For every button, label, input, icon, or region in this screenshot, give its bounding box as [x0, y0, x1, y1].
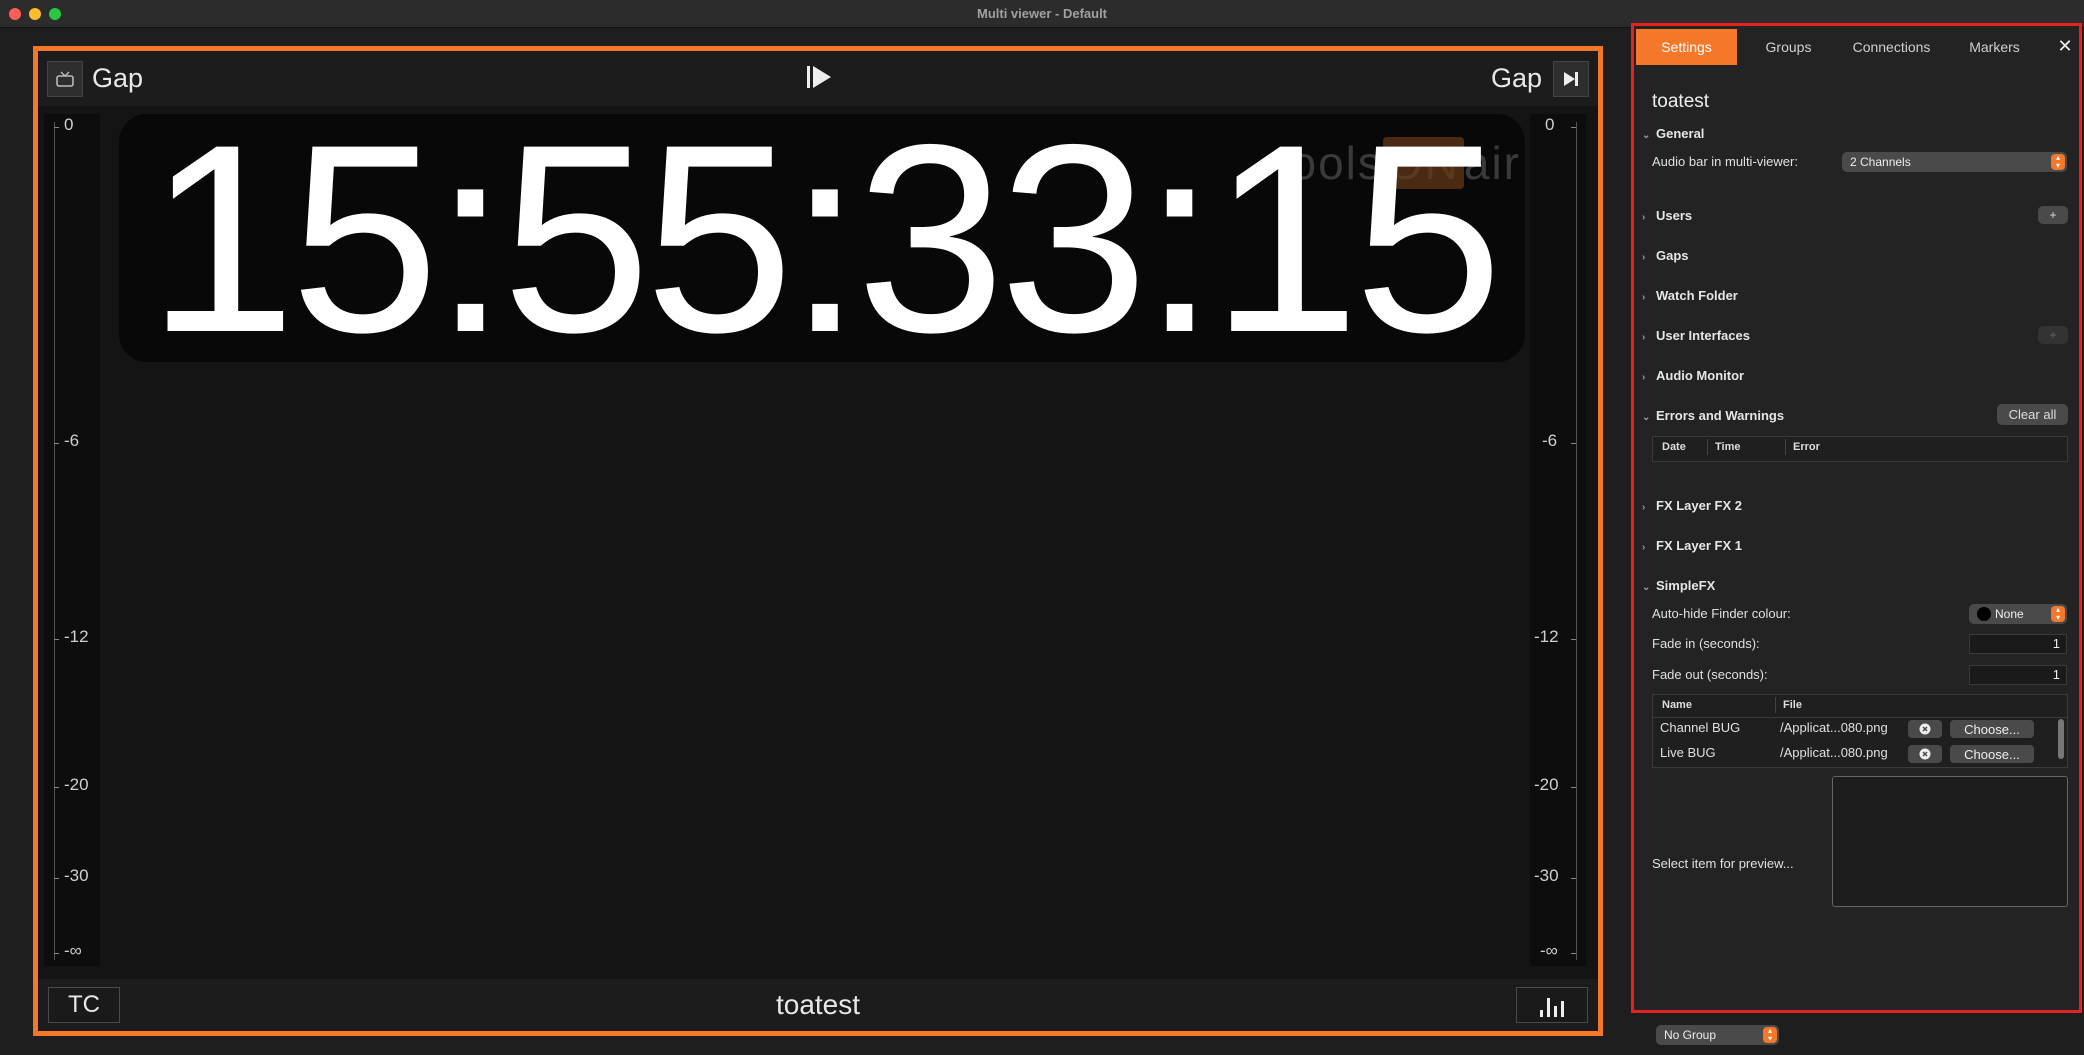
- meter-tick: -12: [64, 627, 89, 646]
- audio-bar-select[interactable]: 2 Channels ▴ ▾: [1842, 152, 2067, 172]
- chevron-right-icon: ›: [1642, 372, 1646, 383]
- tv-icon[interactable]: [47, 61, 83, 97]
- meter-tick: 0: [64, 115, 74, 134]
- panel-title: toatest: [1652, 91, 1710, 112]
- chevron-down-icon: ⌄: [1642, 130, 1651, 141]
- column-header-error[interactable]: Error: [1793, 441, 1820, 453]
- colour-swatch: [1977, 607, 1991, 621]
- autohide-colour-select[interactable]: None ▴ ▾: [1969, 604, 2067, 624]
- section-user-interfaces[interactable]: › User Interfaces: [1642, 328, 1750, 343]
- section-gaps[interactable]: › Gaps: [1642, 248, 1689, 263]
- audio-bars-icon[interactable]: [1516, 987, 1588, 1023]
- meter-tick: -12: [1534, 627, 1559, 646]
- column-header-date[interactable]: Date: [1662, 441, 1686, 453]
- chevron-right-icon: ›: [1642, 502, 1646, 513]
- section-audio-monitor[interactable]: › Audio Monitor: [1642, 368, 1744, 383]
- row-name: Live BUG: [1660, 745, 1716, 760]
- fade-in-input[interactable]: 1: [1969, 634, 2067, 654]
- fade-in-label: Fade in (seconds):: [1652, 636, 1760, 651]
- preview-hint: Select item for preview...: [1652, 856, 1794, 871]
- section-errors-warnings[interactable]: ⌄ Errors and Warnings: [1642, 408, 1784, 423]
- viewer-top-bar: Gap Gap: [38, 51, 1598, 106]
- add-user-button[interactable]: +: [2038, 206, 2068, 224]
- timecode-text: 15:55:33:15: [147, 114, 1503, 362]
- add-user-interface-button[interactable]: +: [2038, 326, 2068, 344]
- tab-settings[interactable]: Settings: [1636, 29, 1737, 65]
- meter-tick: -20: [1534, 775, 1559, 794]
- panel-tabs: Settings Groups Connections Markers: [1636, 29, 2077, 65]
- meter-tick: -∞: [64, 941, 82, 960]
- chevron-down-icon: ⌄: [1642, 412, 1651, 423]
- clear-all-button[interactable]: Clear all: [1997, 404, 2068, 425]
- choose-file-button[interactable]: Choose...: [1950, 745, 2034, 763]
- row-file: /Applicat...080.png: [1780, 745, 1888, 760]
- section-fx-layer-2[interactable]: › FX Layer FX 2: [1642, 498, 1742, 513]
- chevron-right-icon: ›: [1642, 542, 1646, 553]
- column-header-time[interactable]: Time: [1715, 441, 1740, 453]
- tab-markers[interactable]: Markers: [1943, 29, 2046, 65]
- section-watch-folder[interactable]: › Watch Folder: [1642, 288, 1738, 303]
- column-header-file[interactable]: File: [1783, 699, 1802, 711]
- multi-viewer-tile[interactable]: Gap Gap 0 -6 -12 -20 -30 -∞ toolsONair 1…: [33, 46, 1603, 1036]
- meter-tick: -30: [64, 866, 89, 885]
- section-users[interactable]: › Users: [1642, 208, 1692, 223]
- preview-box: [1832, 776, 2068, 907]
- close-icon[interactable]: ✕: [2055, 36, 2075, 57]
- chevron-right-icon: ›: [1642, 212, 1646, 223]
- chevron-down-icon: ⌄: [1642, 582, 1651, 593]
- section-general[interactable]: ⌄ General: [1642, 126, 1704, 141]
- errors-table: Date Time Error: [1652, 436, 2068, 462]
- viewer-bottom-bar: TC toatest: [38, 979, 1598, 1031]
- meter-tick: 0: [1545, 115, 1555, 134]
- row-name: Channel BUG: [1660, 720, 1741, 735]
- fade-out-input[interactable]: 1: [1969, 665, 2067, 685]
- table-scrollbar[interactable]: [2058, 719, 2064, 759]
- timecode-display: toolsONair 15:55:33:15: [119, 114, 1525, 362]
- section-simplefx[interactable]: ⌄ SimpleFX: [1642, 578, 1715, 593]
- tab-groups[interactable]: Groups: [1737, 29, 1840, 65]
- section-fx-layer-1[interactable]: › FX Layer FX 1: [1642, 538, 1742, 553]
- stepper-arrows-icon: ▴ ▾: [2051, 154, 2065, 170]
- chevron-right-icon: ›: [1642, 332, 1646, 343]
- group-select[interactable]: No Group ▴ ▾: [1656, 1025, 1779, 1045]
- channel-name: toatest: [775, 989, 861, 1020]
- chevron-right-icon: ›: [1642, 292, 1646, 303]
- row-file: /Applicat...080.png: [1780, 720, 1888, 735]
- bug-files-table: Name File Channel BUG /Applicat...080.pn…: [1652, 694, 2068, 768]
- stepper-arrows-icon: ▴ ▾: [1763, 1027, 1777, 1043]
- meter-tick: -6: [1542, 431, 1558, 450]
- play-icon[interactable]: [805, 63, 833, 96]
- right-source-label: Gap: [1490, 63, 1542, 93]
- settings-panel: Settings Groups Connections Markers ✕ to…: [1631, 23, 2082, 1013]
- column-header-name[interactable]: Name: [1662, 699, 1692, 711]
- window-title: Multi viewer - Default: [976, 6, 1108, 21]
- stepper-arrows-icon: ▴ ▾: [2051, 606, 2065, 622]
- right-audio-meter: 0 -6 -12 -20 -30 -∞: [1530, 114, 1586, 966]
- meter-tick: -∞: [1540, 941, 1558, 960]
- chevron-right-icon: ›: [1642, 252, 1646, 263]
- meter-tick: -20: [64, 775, 89, 794]
- clear-file-icon[interactable]: [1908, 745, 1942, 763]
- left-source-label: Gap: [92, 63, 144, 93]
- clear-file-icon[interactable]: [1908, 720, 1942, 738]
- choose-file-button[interactable]: Choose...: [1950, 720, 2034, 738]
- left-audio-meter: 0 -6 -12 -20 -30 -∞: [44, 114, 100, 966]
- audio-bar-label: Audio bar in multi-viewer:: [1652, 154, 1798, 169]
- skip-next-icon[interactable]: [1553, 61, 1589, 97]
- tab-connections[interactable]: Connections: [1840, 29, 1943, 65]
- autohide-label: Auto-hide Finder colour:: [1652, 606, 1791, 621]
- fade-out-label: Fade out (seconds):: [1652, 667, 1768, 682]
- meter-tick: -30: [1534, 866, 1559, 885]
- meter-tick: -6: [64, 431, 80, 450]
